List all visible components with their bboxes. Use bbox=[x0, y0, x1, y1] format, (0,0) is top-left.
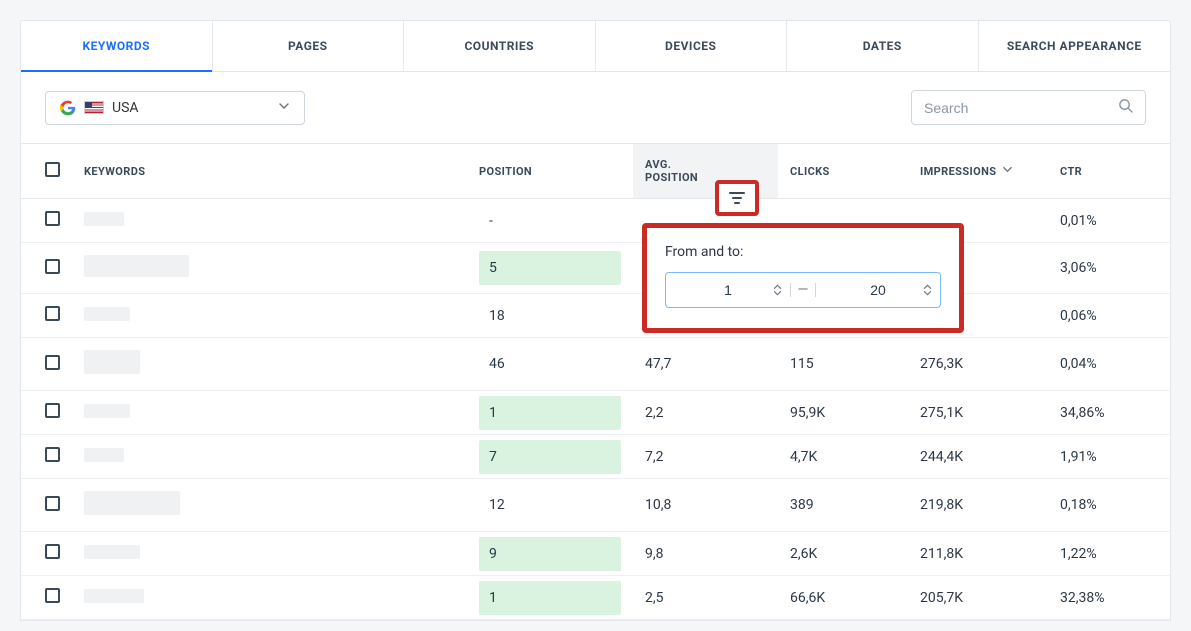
position-value: 5 bbox=[479, 251, 621, 285]
tab-search-appearance[interactable]: SEARCH APPEARANCE bbox=[979, 21, 1171, 71]
clicks-value: 115 bbox=[778, 338, 908, 391]
keyword-value bbox=[84, 350, 140, 374]
chevron-down-icon bbox=[278, 100, 290, 116]
table-header-row: KEYWORDS POSITION AVG. POSITION CLICKS I… bbox=[21, 144, 1170, 199]
table-row: 1 2,566,6K205,7K32,38% bbox=[21, 576, 1170, 620]
row-checkbox[interactable] bbox=[45, 447, 60, 462]
clicks-value: 2,6K bbox=[778, 532, 908, 576]
row-checkbox[interactable] bbox=[45, 259, 60, 274]
filter-range-label: From and to: bbox=[665, 244, 941, 260]
col-ctr[interactable]: CTR bbox=[1048, 144, 1170, 199]
keyword-value bbox=[84, 491, 180, 515]
tab-dates[interactable]: DATES bbox=[787, 21, 979, 71]
clicks-value: 4,7K bbox=[778, 435, 908, 479]
keyword-value bbox=[84, 212, 124, 226]
impressions-value: 276,3K bbox=[908, 338, 1048, 391]
ctr-value: 0,04% bbox=[1048, 338, 1170, 391]
keyword-value bbox=[84, 404, 130, 418]
stepper-icon[interactable] bbox=[923, 284, 932, 296]
ctr-value: 1,91% bbox=[1048, 435, 1170, 479]
range-separator: — bbox=[790, 273, 816, 307]
col-clicks[interactable]: CLICKS bbox=[778, 144, 908, 199]
avg-position-value: 47,7 bbox=[633, 338, 778, 391]
country-select[interactable]: USA bbox=[45, 91, 305, 125]
select-all-checkbox[interactable] bbox=[45, 162, 60, 177]
table-row: 9 9,82,6K211,8K1,22% bbox=[21, 532, 1170, 576]
country-label: USA bbox=[112, 100, 139, 116]
keyword-value bbox=[84, 448, 124, 462]
avg-position-filter-popup: From and to: — bbox=[642, 223, 964, 333]
avg-position-filter-button[interactable] bbox=[715, 180, 759, 216]
impressions-value: 244,4K bbox=[908, 435, 1048, 479]
row-checkbox[interactable] bbox=[45, 211, 60, 226]
avg-position-value: 7,2 bbox=[633, 435, 778, 479]
filter-to-input[interactable] bbox=[816, 282, 940, 298]
ctr-value: 1,22% bbox=[1048, 532, 1170, 576]
position-value: 7 bbox=[479, 440, 621, 474]
table-row: - 0,01% bbox=[21, 199, 1170, 243]
row-checkbox[interactable] bbox=[45, 588, 60, 603]
position-value: 9 bbox=[479, 537, 621, 571]
row-checkbox[interactable] bbox=[45, 355, 60, 370]
search-icon bbox=[1118, 98, 1133, 117]
main-panel: KEYWORDSPAGESCOUNTRIESDEVICESDATESSEARCH… bbox=[20, 20, 1171, 621]
search-input[interactable] bbox=[924, 100, 1110, 116]
row-checkbox[interactable] bbox=[45, 306, 60, 321]
filter-from-input[interactable] bbox=[666, 282, 790, 298]
table-row: 57K3,06% bbox=[21, 243, 1170, 294]
ctr-value: 0,18% bbox=[1048, 479, 1170, 532]
table-row: 7 7,24,7K244,4K1,91% bbox=[21, 435, 1170, 479]
clicks-value: 389 bbox=[778, 479, 908, 532]
chevron-down-icon bbox=[1002, 164, 1013, 178]
ctr-value: 34,86% bbox=[1048, 391, 1170, 435]
avg-position-value: 10,8 bbox=[633, 479, 778, 532]
row-checkbox[interactable] bbox=[45, 403, 60, 418]
impressions-value: 219,8K bbox=[908, 479, 1048, 532]
tab-countries[interactable]: COUNTRIES bbox=[404, 21, 596, 71]
google-icon bbox=[60, 100, 76, 116]
position-value: 1 bbox=[479, 396, 621, 430]
position-value: 46 bbox=[479, 347, 621, 381]
row-checkbox[interactable] bbox=[45, 496, 60, 511]
table-row: 12 10,8389219,8K0,18% bbox=[21, 479, 1170, 532]
clicks-value: 95,9K bbox=[778, 391, 908, 435]
impressions-value: 275,1K bbox=[908, 391, 1048, 435]
position-value: 12 bbox=[479, 488, 621, 522]
ctr-value: 3,06% bbox=[1048, 243, 1170, 294]
table-row: 1814,9348545,5K0,06% bbox=[21, 294, 1170, 338]
filter-range-inputs: — bbox=[665, 272, 941, 308]
impressions-value: 205,7K bbox=[908, 576, 1048, 620]
col-keywords[interactable]: KEYWORDS bbox=[72, 144, 467, 199]
avg-position-value: 2,2 bbox=[633, 391, 778, 435]
flag-us-icon bbox=[84, 101, 104, 114]
keyword-value bbox=[84, 589, 144, 603]
search-box[interactable] bbox=[911, 90, 1146, 125]
table-row: 46 47,7115276,3K0,04% bbox=[21, 338, 1170, 391]
keyword-value bbox=[84, 545, 140, 559]
avg-position-value: 9,8 bbox=[633, 532, 778, 576]
avg-position-value: 2,5 bbox=[633, 576, 778, 620]
tab-devices[interactable]: DEVICES bbox=[596, 21, 788, 71]
stepper-icon[interactable] bbox=[773, 284, 782, 296]
row-checkbox[interactable] bbox=[45, 544, 60, 559]
tabs-bar: KEYWORDSPAGESCOUNTRIESDEVICESDATESSEARCH… bbox=[21, 21, 1170, 72]
ctr-value: 32,38% bbox=[1048, 576, 1170, 620]
position-value: - bbox=[479, 204, 621, 238]
keyword-value bbox=[84, 255, 189, 277]
tab-keywords[interactable]: KEYWORDS bbox=[21, 21, 213, 71]
ctr-value: 0,06% bbox=[1048, 294, 1170, 338]
clicks-value: 66,6K bbox=[778, 576, 908, 620]
position-value: 1 bbox=[479, 581, 621, 615]
data-table: KEYWORDS POSITION AVG. POSITION CLICKS I… bbox=[21, 143, 1170, 620]
tab-pages[interactable]: PAGES bbox=[213, 21, 405, 71]
position-value: 18 bbox=[479, 299, 621, 333]
ctr-value: 0,01% bbox=[1048, 199, 1170, 243]
table-row: 1 2,295,9K275,1K34,86% bbox=[21, 391, 1170, 435]
filter-icon bbox=[729, 191, 745, 205]
impressions-value: 211,8K bbox=[908, 532, 1048, 576]
col-position[interactable]: POSITION bbox=[467, 144, 633, 199]
keyword-value bbox=[84, 307, 130, 321]
toolbar: USA bbox=[21, 72, 1170, 143]
col-impressions[interactable]: IMPRESSIONS bbox=[908, 144, 1048, 199]
